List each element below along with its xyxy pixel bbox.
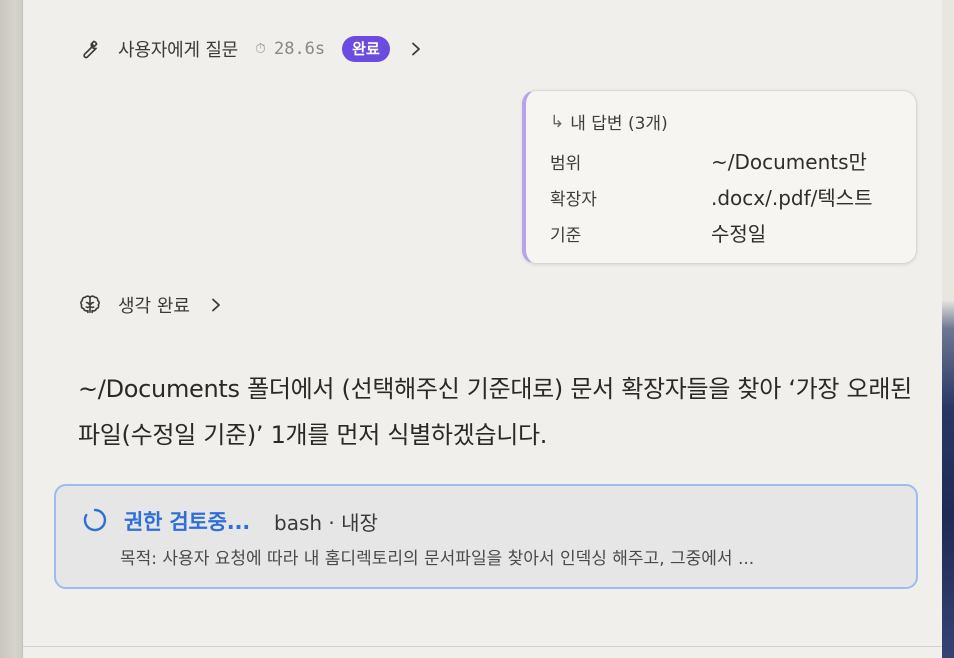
chevron-right-icon[interactable] <box>210 298 224 312</box>
brain-icon <box>78 293 102 317</box>
status-badge: 완료 <box>342 36 390 62</box>
divider <box>23 646 942 647</box>
window-left-edge <box>0 0 23 658</box>
answer-value-criteria: 수정일 <box>711 222 767 246</box>
answer-value-extension: .docx/.pdf/텍스트 <box>711 186 873 210</box>
clock-icon: ⏱ <box>255 41 266 57</box>
assistant-message: ~/Documents 폴더에서 (선택해주신 기준대로) 문서 확장자들을 찾… <box>78 375 912 449</box>
desktop-background <box>942 300 954 658</box>
answer-label-criteria: 기준 <box>550 226 582 246</box>
answer-card: ↳ 내 답변 (3개) 범위 ~/Documents만 확장자 .docx/.p… <box>522 90 917 264</box>
permission-status: 권한 검토중... <box>124 510 251 534</box>
wrench-icon <box>78 38 100 60</box>
reply-arrow-icon: ↳ <box>550 111 565 132</box>
permission-purpose: 목적: 사용자 요청에 따라 내 홈디렉토리의 문서파일을 찾아서 인덱싱 해주… <box>120 549 755 569</box>
tool-call-title: 사용자에게 질문 <box>118 40 239 61</box>
answer-label-scope: 범위 <box>550 154 582 174</box>
answer-label-extension: 확장자 <box>550 190 597 210</box>
answer-header-text: 내 답변 (3개) <box>570 114 668 134</box>
permission-review-card[interactable]: 권한 검토중... bash · 내장 목적: 사용자 요청에 따라 내 홈디렉… <box>54 484 918 589</box>
window-right-edge <box>942 0 954 658</box>
permission-tool: bash · 내장 <box>274 511 378 535</box>
thinking-label: 생각 완료 <box>118 296 190 317</box>
answer-header: ↳ 내 답변 (3개) <box>550 109 668 135</box>
answer-value-scope: ~/Documents만 <box>711 150 867 174</box>
chevron-right-icon[interactable] <box>410 42 424 56</box>
loading-spinner-icon <box>82 507 108 533</box>
thinking-toggle[interactable]: 생각 완료 <box>78 290 224 320</box>
tool-call-duration: 28.6s <box>273 39 326 59</box>
tool-call-header[interactable]: 사용자에게 질문 ⏱ 28.6s 완료 <box>78 33 424 65</box>
